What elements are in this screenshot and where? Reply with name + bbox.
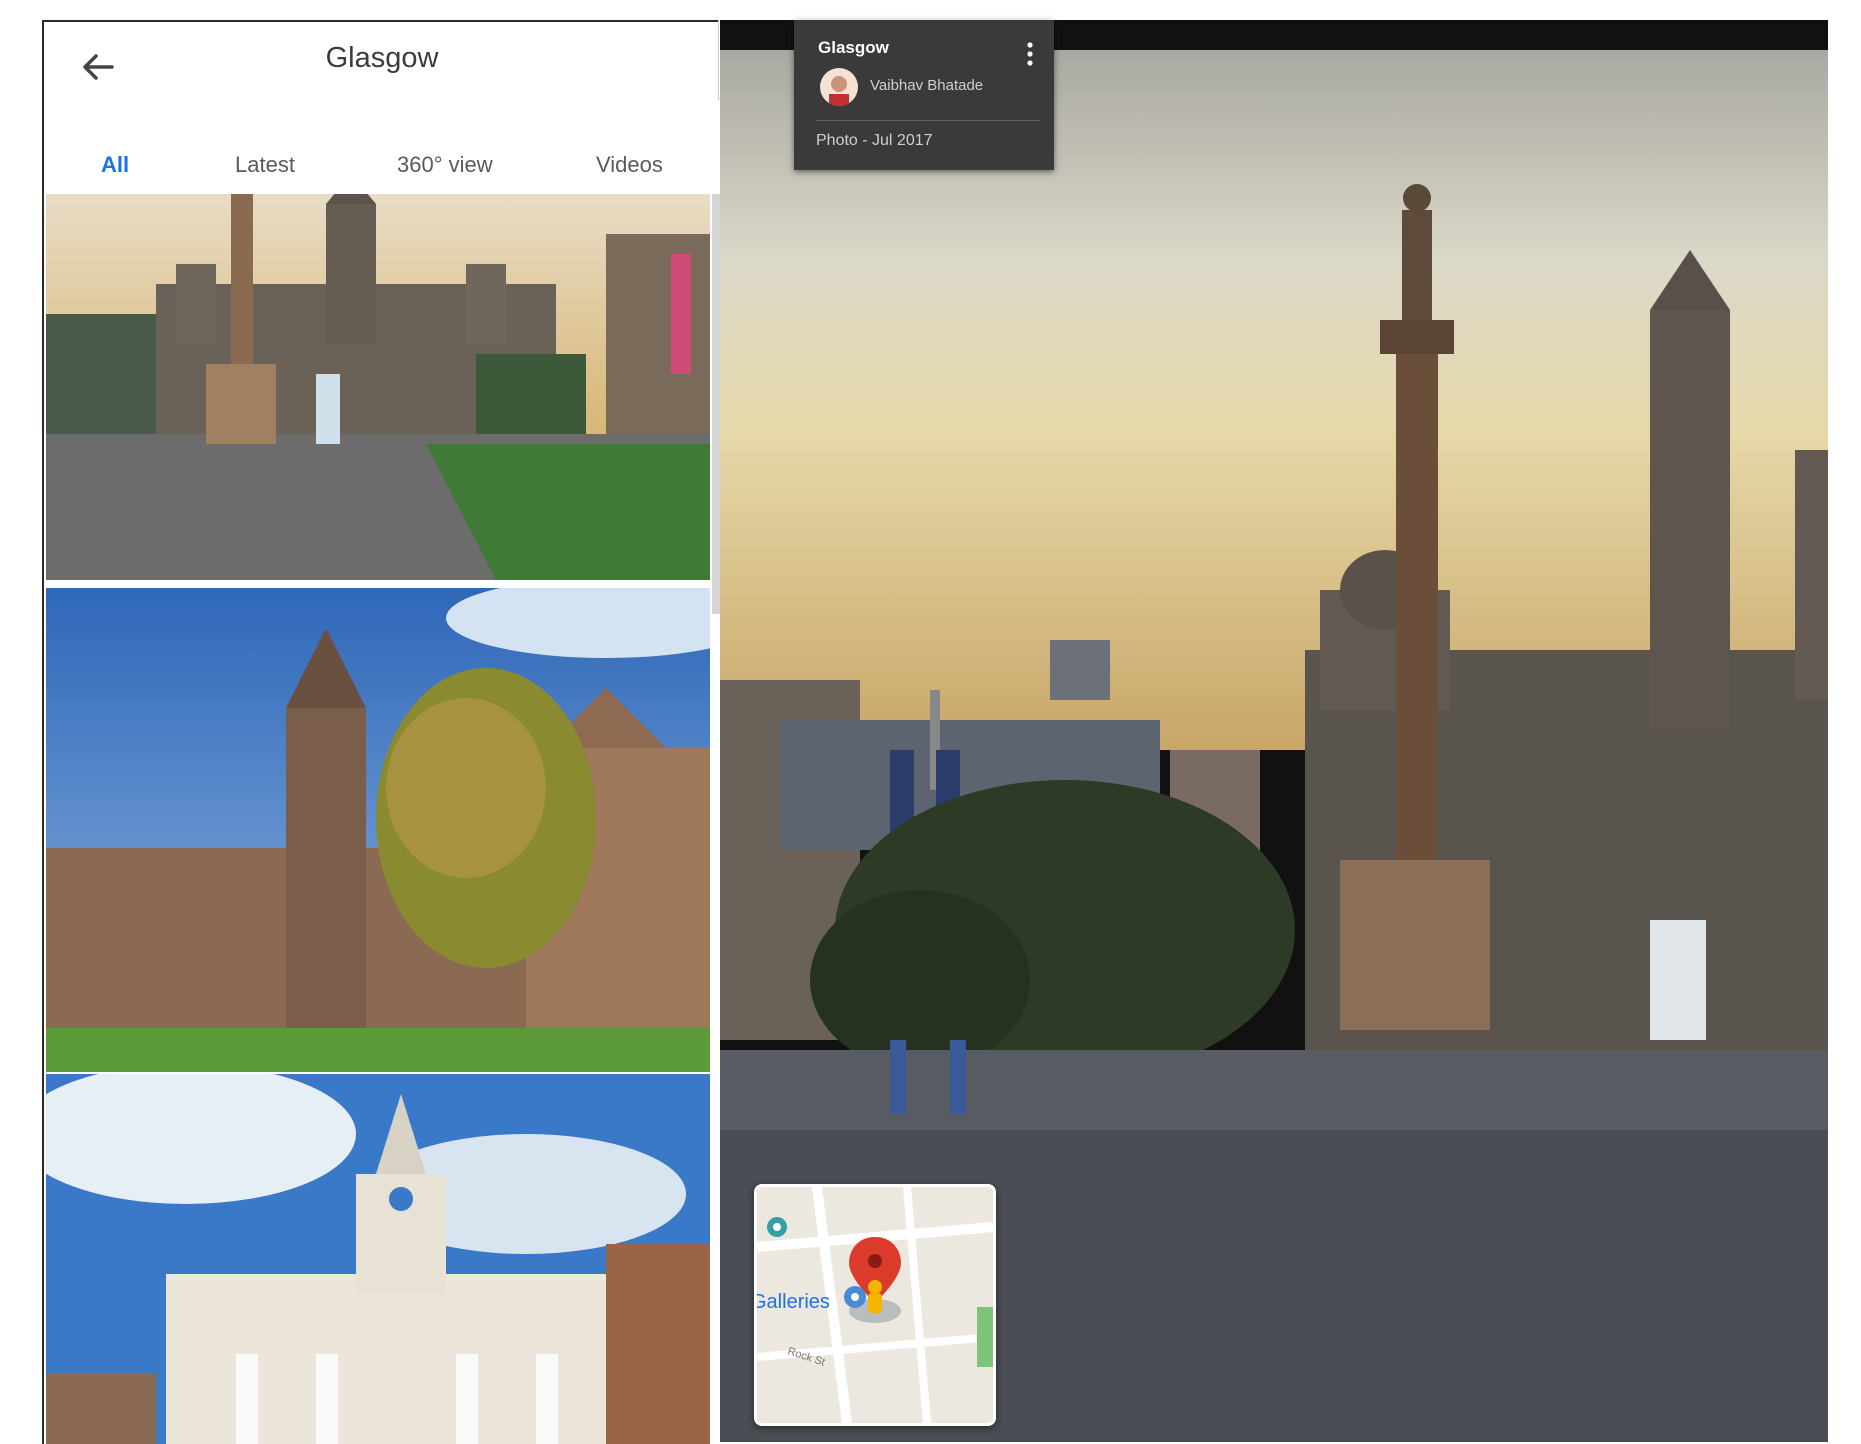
tab-all[interactable]: All: [101, 152, 129, 178]
photo-info-card: Glasgow Vaibhav Bhatade Photo - Jul 2017: [794, 20, 1054, 170]
author-name[interactable]: Vaibhav Bhatade: [870, 77, 983, 94]
author-avatar[interactable]: [820, 68, 858, 106]
photo-panel: Glasgow All Latest 360° view Videos: [42, 20, 720, 1444]
photo-date: Photo - Jul 2017: [816, 132, 933, 149]
tab-360-view[interactable]: 360° view: [397, 152, 493, 178]
photo-thumbnail-george-square[interactable]: [46, 194, 710, 580]
panel-title: Glasgow: [325, 42, 439, 74]
poi-pin-icon: [767, 1217, 787, 1237]
scrollbar-thumb[interactable]: [712, 194, 720, 614]
camera-marker-icon: [844, 1286, 866, 1308]
photo-thumbnail-university[interactable]: [46, 588, 710, 1072]
panel-header: Glasgow: [44, 22, 720, 114]
map-label-galleries: Galleries: [754, 1291, 830, 1313]
tab-latest[interactable]: Latest: [235, 152, 295, 178]
minimap[interactable]: Galleries Rock St: [754, 1184, 996, 1426]
card-divider: [816, 120, 1040, 121]
card-title: Glasgow: [818, 38, 889, 57]
more-vert-icon[interactable]: [1020, 40, 1040, 70]
tab-videos[interactable]: Videos: [596, 152, 663, 178]
photo-thumbnail-trades-hall[interactable]: [46, 1074, 710, 1444]
